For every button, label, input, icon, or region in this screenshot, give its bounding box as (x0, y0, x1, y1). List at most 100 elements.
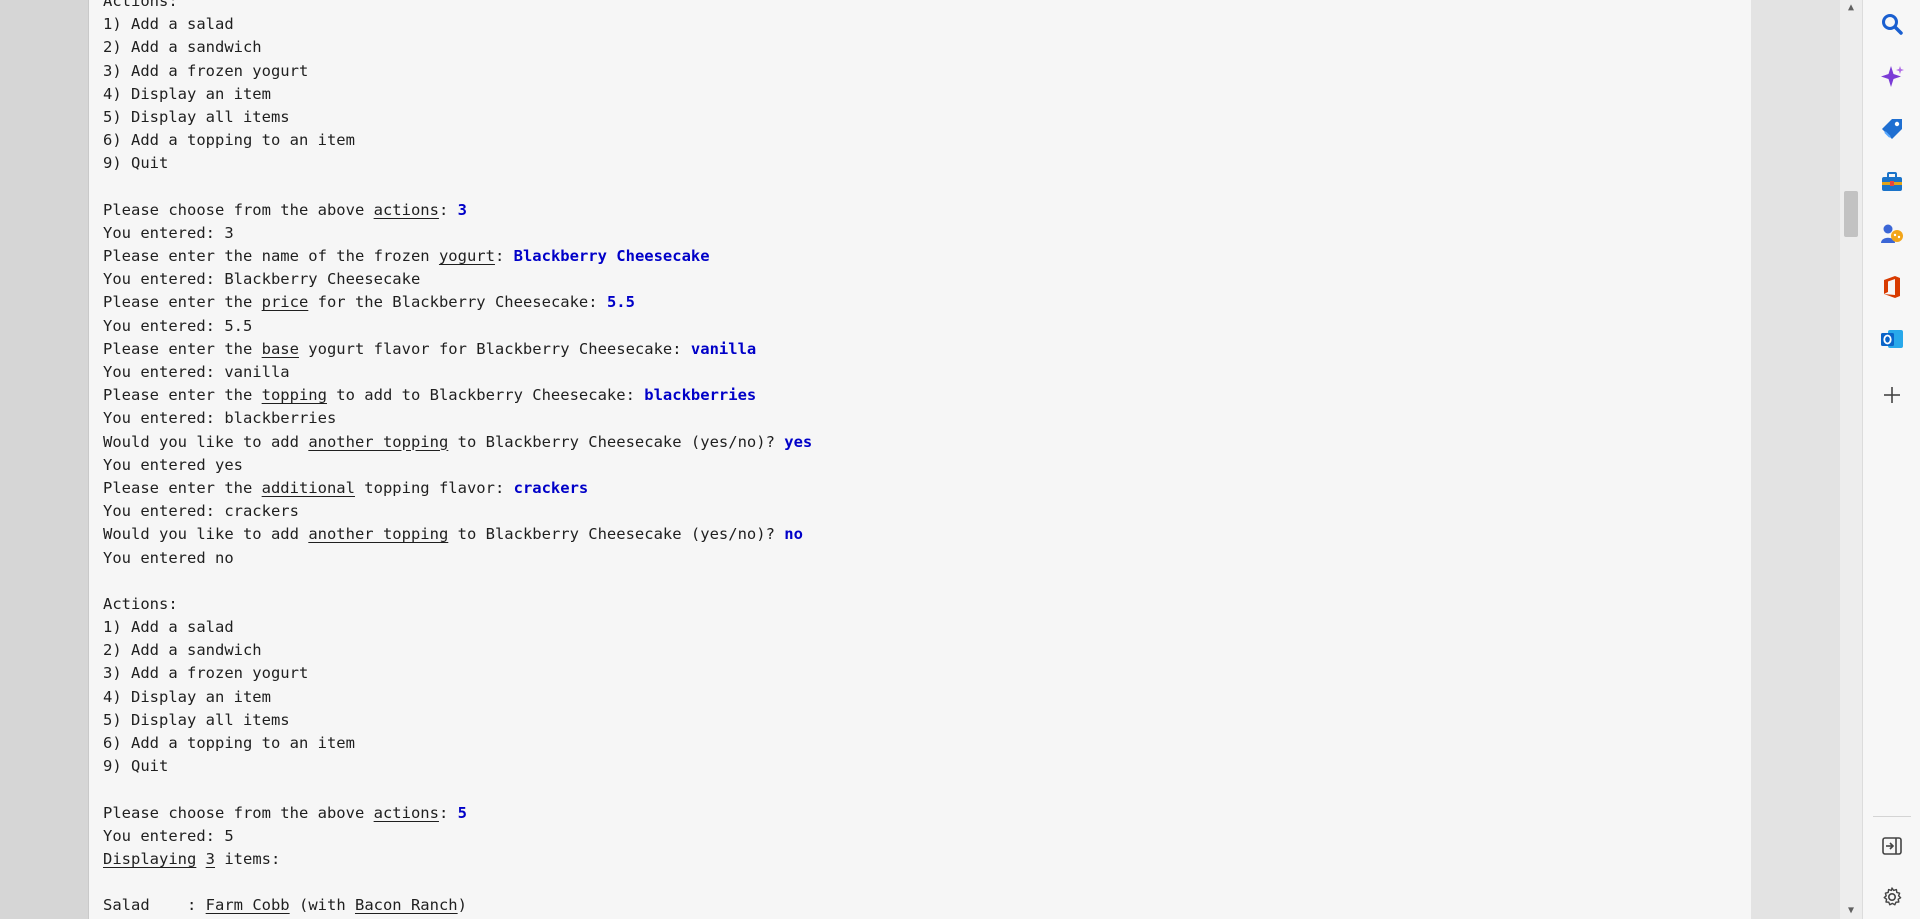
console-line: Please enter the additional topping flav… (103, 477, 1741, 500)
console-text-segment: You entered: crackers (103, 502, 299, 521)
underlined-text: another topping (308, 525, 449, 544)
hide-sidebar-button[interactable] (1872, 826, 1912, 866)
console-text-segment: Please enter the (103, 339, 262, 358)
console-line: You entered: crackers (103, 500, 1741, 523)
underlined-text: 3 (205, 849, 216, 868)
user-input-text: Blackberry Cheesecake (513, 247, 710, 266)
scrollbar-thumb[interactable] (1844, 191, 1858, 237)
add-sidebar-app-button[interactable] (1872, 375, 1912, 415)
console-text-segment: : (494, 247, 514, 266)
console-text: Actions: 1) Add a salad 2) Add a sandwich 3… (103, 0, 1741, 918)
games-button[interactable] (1872, 214, 1912, 254)
console-text-segment: Please choose from the above (103, 803, 374, 822)
user-input-text: yes (784, 432, 813, 451)
console-line: You entered: 3 (103, 222, 1741, 245)
user-input-text: crackers (513, 478, 589, 497)
page-scrollbar[interactable]: ▲ ▼ (1840, 0, 1862, 919)
page-background-right (1751, 0, 1841, 919)
underlined-text: Displaying (103, 849, 197, 868)
tools-button[interactable] (1872, 162, 1912, 202)
scroll-up-arrow-icon[interactable]: ▲ (1840, 0, 1862, 16)
user-input-text: blackberries (644, 386, 757, 405)
console-line: Please enter the base yogurt flavor for … (103, 338, 1741, 361)
console-line: You entered: vanilla (103, 361, 1741, 384)
console-line: Actions: (103, 0, 1741, 13)
console-text-segment: Would you like to add (103, 432, 309, 451)
console-text-segment: Please enter the name of the frozen (103, 247, 439, 266)
tools-briefcase-icon (1882, 172, 1902, 191)
console-text-segment: ) (457, 896, 467, 915)
console-text-segment: You entered no (103, 548, 234, 567)
scroll-down-arrow-icon[interactable]: ▼ (1840, 903, 1862, 919)
console-line: You entered: 5 (103, 825, 1741, 848)
console-text-segment: Please enter the (103, 478, 262, 497)
underlined-text: another topping (308, 432, 449, 451)
console-text-segment: to Blackberry Cheesecake (yes/no)? (448, 525, 785, 544)
console-line: Please enter the price for the Blackberr… (103, 291, 1741, 314)
copilot-button[interactable] (1872, 57, 1912, 97)
console-text-segment (196, 850, 205, 868)
console-text-segment: topping flavor: (354, 478, 514, 497)
underlined-text: Bacon Ranch (354, 896, 458, 915)
console-line: 4) Display an item (103, 686, 1741, 709)
console-text-segment: Actions: (103, 594, 178, 613)
console-text-segment: to Blackberry Cheesecake (yes/no)? (448, 432, 785, 451)
console-text-segment: Please choose from the above (103, 200, 374, 219)
console-line: Please choose from the above actions: 5 (103, 802, 1741, 825)
console-line: 9) Quit (103, 152, 1741, 175)
search-button[interactable] (1872, 4, 1912, 44)
user-input-text: 5 (457, 803, 467, 822)
console-line: 5) Display all items (103, 106, 1741, 129)
console-text-segment: 4) Display an item (103, 687, 271, 706)
office-button[interactable] (1872, 267, 1912, 307)
console-text-segment: : (438, 803, 458, 822)
console-line: You entered no (103, 547, 1741, 570)
console-text-segment: Please enter the (103, 386, 262, 405)
console-line: 6) Add a topping to an item (103, 129, 1741, 152)
console-text-segment: You entered: vanilla (103, 363, 290, 381)
console-text-segment: You entered: Blackberry Cheesecake (103, 270, 421, 289)
outlook-icon (1881, 330, 1903, 348)
console-line: Displaying 3 items: (103, 848, 1741, 871)
console-line: Would you like to add another topping to… (103, 431, 1741, 454)
console-text-segment: 1) Add a salad (103, 15, 234, 34)
shopping-button[interactable] (1872, 109, 1912, 149)
underlined-text: price (261, 293, 309, 312)
console-line: Salad : Farm Cobb (with Bacon Ranch) (103, 894, 1741, 917)
outlook-button[interactable] (1872, 319, 1912, 359)
underlined-text: base (261, 339, 299, 358)
console-line: 2) Add a sandwich (103, 36, 1741, 59)
console-line: Please enter the topping to add to Black… (103, 384, 1741, 407)
console-text-segment: (with (289, 896, 355, 915)
hide-sidebar-icon (1882, 837, 1902, 855)
console-text-segment: 6) Add a topping to an item (103, 131, 355, 150)
console-text-segment: 3) Add a frozen yogurt (103, 664, 309, 683)
console-text-segment: 3) Add a frozen yogurt (103, 61, 309, 80)
console-text-segment: 5) Display all items (103, 710, 290, 729)
console-text-segment: 1) Add a salad (103, 618, 234, 637)
console-text-segment: : (438, 200, 458, 219)
console-line: 2) Add a sandwich (103, 639, 1741, 662)
console-line: 4) Display an item (103, 83, 1741, 106)
console-text-segment: 4) Display an item (103, 84, 271, 103)
console-line: Would you like to add another topping to… (103, 523, 1741, 546)
user-input-text: no (784, 525, 803, 544)
settings-icon (1883, 887, 1902, 906)
console-text-segment: Please enter the (103, 293, 262, 312)
underlined-text: additional (261, 478, 355, 497)
browser-sidebar (1862, 0, 1920, 919)
settings-button[interactable] (1872, 877, 1912, 917)
search-icon (1882, 14, 1903, 35)
underlined-text: yogurt (438, 247, 495, 266)
console-text-segment: You entered: 3 (103, 223, 234, 242)
console-line: You entered: blackberries (103, 407, 1741, 430)
console-text-segment: items: (215, 849, 281, 868)
console-line: 1) Add a salad (103, 13, 1741, 36)
console-text-segment: to add to Blackberry Cheesecake: (326, 386, 645, 405)
games-icon (1881, 224, 1903, 243)
console-line: Please enter the name of the frozen yogu… (103, 245, 1741, 268)
console-line: 9) Quit (103, 755, 1741, 778)
console-line: 6) Add a topping to an item (103, 732, 1741, 755)
